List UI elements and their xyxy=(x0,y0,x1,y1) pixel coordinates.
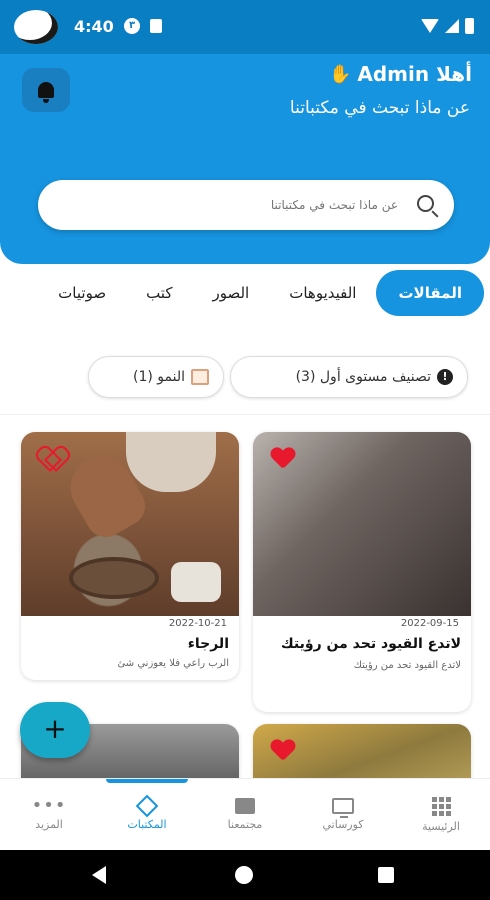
bottom-navigation: الرئيسية كورساتي مجتمعنا المكتبات ••• ال… xyxy=(0,778,490,850)
category-tabs: المقالات الفيديوهات الصور كتب صوتيات xyxy=(0,266,490,320)
status-bar: 4:40 ۳ xyxy=(0,0,490,54)
favorite-heart-icon[interactable] xyxy=(271,448,295,468)
greeting: أهلا Admin ✋ xyxy=(329,62,472,86)
grid-icon xyxy=(431,796,451,816)
signal-icon xyxy=(445,19,459,33)
header: أهلا Admin ✋ عن ماذا تبحث في مكتباتنا xyxy=(0,54,490,264)
info-icon: ! xyxy=(437,369,453,385)
bell-icon xyxy=(38,82,54,103)
battery-icon xyxy=(465,18,474,34)
divider xyxy=(0,414,490,415)
article-date: 2022-09-15 xyxy=(400,618,459,629)
nav-item-community[interactable]: مجتمعنا xyxy=(196,779,294,850)
chat-icon xyxy=(235,798,255,814)
nav-label: مجتمعنا xyxy=(227,818,263,831)
search-bar[interactable] xyxy=(38,180,454,230)
back-icon[interactable] xyxy=(92,866,106,884)
wifi-icon xyxy=(421,19,439,33)
tab-videos[interactable]: الفيديوهات xyxy=(269,270,376,316)
article-image xyxy=(21,432,239,616)
camera-cutout xyxy=(14,10,58,44)
waving-hand-icon: ✋ xyxy=(328,63,352,85)
article-card[interactable]: 2022-10-21 الرجاء الرب راعي فلا يعوزني ش… xyxy=(21,432,239,680)
notification-badge-icon: ۳ xyxy=(124,18,140,34)
nav-label: المكتبات xyxy=(127,818,167,831)
add-fab-button[interactable]: + xyxy=(20,702,90,758)
article-excerpt: الرب راعي فلا يعوزني شئ xyxy=(117,658,229,669)
filter-chips: ! تصنيف مستوى أول (3) النمو (1) xyxy=(0,356,490,400)
image-cloth-shape xyxy=(171,562,221,602)
article-card[interactable]: 2022-09-15 لاتدع القيود تحد من رؤيتك لات… xyxy=(253,432,471,712)
filter-chip-category[interactable]: ! تصنيف مستوى أول (3) xyxy=(230,356,468,398)
article-date: 2022-10-21 xyxy=(168,618,227,629)
search-input[interactable] xyxy=(98,194,398,216)
layers-icon xyxy=(135,794,159,818)
header-subtitle: عن ماذا تبحث في مكتباتنا xyxy=(289,98,470,118)
system-navigation-bar xyxy=(0,850,490,900)
article-title: لاتدع القيود تحد من رؤيتك xyxy=(280,636,461,652)
search-icon[interactable] xyxy=(417,195,434,212)
filter-chip-label: تصنيف مستوى أول (3) xyxy=(295,369,431,385)
article-title: الرجاء xyxy=(187,636,229,652)
nav-label: كورساتي xyxy=(322,818,364,831)
monitor-icon xyxy=(332,798,354,818)
article-image xyxy=(253,432,471,616)
tab-articles[interactable]: المقالات xyxy=(376,270,484,316)
status-right-icons xyxy=(421,18,474,34)
nav-label: المزيد xyxy=(35,818,63,831)
tab-audio[interactable]: صوتيات xyxy=(38,270,126,316)
recent-apps-icon[interactable] xyxy=(378,867,394,883)
filter-chip-label: النمو (1) xyxy=(132,369,185,385)
notifications-button[interactable] xyxy=(22,68,70,112)
greeting-text: أهلا Admin xyxy=(357,62,472,86)
article-excerpt: لاتدع القيود تحد من رؤيتك xyxy=(353,660,461,671)
favorite-heart-icon[interactable] xyxy=(271,740,295,760)
tab-books[interactable]: كتب xyxy=(126,270,192,316)
nav-item-libraries[interactable]: المكتبات xyxy=(98,779,196,850)
image-arm-shape xyxy=(126,432,216,492)
status-time: 4:40 xyxy=(74,17,114,36)
calendar-icon xyxy=(191,369,209,385)
filter-chip-growth[interactable]: النمو (1) xyxy=(88,356,224,398)
home-icon[interactable] xyxy=(235,866,253,884)
more-dots-icon: ••• xyxy=(31,795,67,816)
nav-item-more[interactable]: ••• المزيد xyxy=(0,779,98,850)
nav-label: الرئيسية xyxy=(422,819,460,833)
tab-images[interactable]: الصور xyxy=(192,270,269,316)
nav-item-my-courses[interactable]: كورساتي xyxy=(294,779,392,850)
image-basin-shape xyxy=(69,557,159,599)
nav-item-home[interactable]: الرئيسية xyxy=(392,779,490,850)
sd-card-icon xyxy=(150,19,162,33)
favorite-heart-outline-icon[interactable] xyxy=(39,448,63,468)
active-indicator xyxy=(106,779,188,783)
